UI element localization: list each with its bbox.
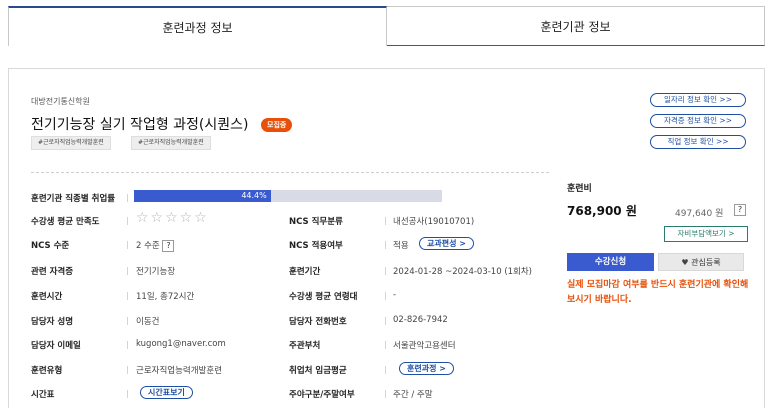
apply-button[interactable]: 수강신청 [567,253,654,271]
favorite-label: 관심등록 [691,258,721,267]
jobs-info-button[interactable]: 일자리 정보 확인 >> [650,93,746,107]
ncs-apply-label: NCS 적용여부 [289,241,343,251]
license-value: 전기기능장 [136,267,176,277]
course-title: 전기기능장 실기 작업형 과정(시퀀스) [31,117,249,133]
ncs-job-value: 내선공사(19010701) [393,217,475,227]
tab-institution-info-label: 훈련기관 정보 [540,19,611,34]
tab-institution-info[interactable]: 훈련기관 정보 [387,6,765,46]
separator [385,217,386,225]
age-value: - [393,290,397,300]
timetable-button[interactable]: 시간표보기 [140,386,193,399]
hours-value: 11일, 총72시간 [136,292,195,302]
tab-course-info-label: 훈련과정 정보 [162,20,233,35]
manager-value: 이동건 [136,317,160,327]
self-pay-help-icon[interactable]: ? [734,204,746,216]
curriculum-button[interactable]: 교과편성 > [419,237,474,250]
training-type-value: 근로자직업능력개발훈련 [136,366,223,376]
email-label: 담당자 이메일 [31,341,81,351]
academy-name: 대방전기통신학원 [31,97,90,106]
hashtag-2[interactable]: #근로자직업능력개발훈련 [131,136,211,150]
training-type-label: 훈련유형 [31,366,63,376]
section-divider [31,172,549,173]
separator [385,366,386,374]
employment-rate-label: 훈련기관 직종별 취업률 [31,194,116,204]
self-pay-button[interactable]: 자비부담액보기 > [664,226,748,242]
ncs-apply-value: 적용 [393,241,409,251]
self-pay-amount: 497,640 원 [675,209,724,219]
separator [127,267,128,275]
separator [385,341,386,349]
email-value: kugong1@naver.com [136,339,226,349]
phone-label: 담당자 전화번호 [289,317,347,327]
period-label: 훈련기간 [289,267,321,277]
separator [127,194,128,202]
separator [127,217,128,225]
help-icon[interactable]: ? [162,239,175,252]
course-panel: 대방전기통신학원 전기기능장 실기 작업형 과정(시퀀스) 모집중 #근로자직업… [8,68,765,408]
course-info-button[interactable]: 훈련과정 > [399,362,454,375]
timetable-label: 시간표 [31,390,55,400]
satisfaction-stars: ☆☆☆☆☆ [136,210,209,226]
separator [127,317,128,325]
heart-icon: ♥ [681,258,689,267]
phone-value: 02-826-7942 [393,315,448,325]
dept-value: 서울관악고용센터 [393,341,456,351]
tab-course-info[interactable]: 훈련과정 정보 [8,6,387,46]
weekday-value: 주간 / 주말 [393,390,433,400]
recruiting-badge: 모집중 [261,118,293,132]
training-fee-total: 768,900 원 [567,204,637,218]
ncs-level-label: NCS 수준 [31,241,70,251]
separator [127,341,128,349]
hours-label: 훈련시간 [31,292,63,302]
age-label: 수강생 평균 연령대 [289,292,358,302]
training-fee-label: 훈련비 [567,184,592,194]
separator [127,366,128,374]
satisfaction-label: 수강생 평균 만족도 [31,217,100,227]
hashtag-1[interactable]: #근로자직업능력개발훈련 [31,136,111,150]
separator [385,390,386,398]
ncs-level-value-wrap: 2 수준 ? [136,239,175,252]
occupation-info-button[interactable]: 직업 정보 확인 >> [650,135,746,149]
favorite-button[interactable]: ♥ 관심등록 [658,253,744,271]
ncs-job-label: NCS 직무분류 [289,217,343,227]
separator [127,292,128,300]
weekday-label: 주야구분/주말여부 [289,390,355,400]
dept-label: 주관부처 [289,341,321,351]
separator [385,241,386,249]
separator [127,241,128,249]
wage-label: 취업처 임금평균 [289,366,347,376]
employment-rate-bar: 44.4% [134,190,442,202]
license-info-button[interactable]: 자격증 정보 확인 >> [650,114,746,128]
recruitment-warning: 실제 모집마감 여부를 반드시 훈련기관에 확인해보시기 바랍니다. [567,280,749,305]
manager-label: 담당자 성명 [31,317,74,327]
separator [127,390,128,398]
employment-rate-fill: 44.4% [134,190,271,202]
period-value: 2024-01-28 ~2024-03-10 (1회차) [393,267,533,277]
separator [385,267,386,275]
separator [385,317,386,325]
tab-bar: 훈련과정 정보 훈련기관 정보 [8,6,765,46]
separator [385,292,386,300]
ncs-level-value: 2 수준 [136,241,160,251]
license-label: 관련 자격증 [31,267,74,277]
